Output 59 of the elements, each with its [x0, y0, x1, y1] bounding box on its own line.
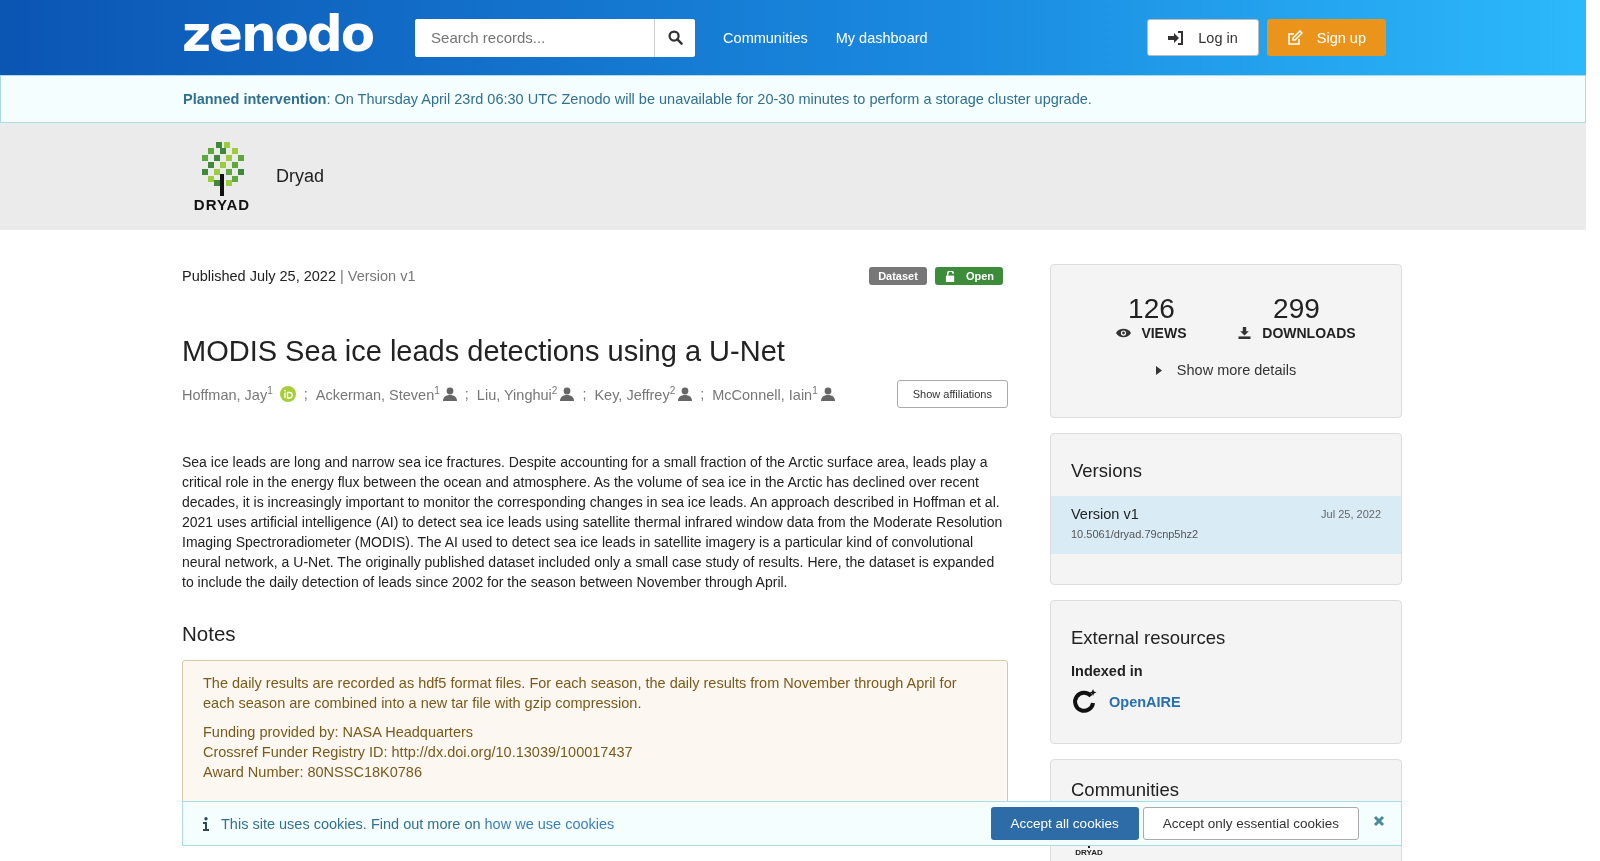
- stat-label: VIEWS: [1141, 325, 1187, 341]
- author-name[interactable]: Key, Jeffrey$^{2}$: [594, 385, 676, 403]
- version-label: Version v1: [1071, 506, 1139, 522]
- author-name[interactable]: McConnell, Iain$^{1}$: [712, 385, 818, 403]
- logo-wordmark: DRYAD: [193, 196, 251, 213]
- close-icon[interactable]: [1373, 814, 1385, 827]
- record-title: MODIS Sea ice leads detections using a U-Net: [182, 335, 786, 368]
- separator: ;: [582, 386, 587, 402]
- person-icon: [442, 387, 457, 401]
- author-name[interactable]: Hoffman, Jay$^{1}$: [182, 385, 273, 403]
- person-icon: [820, 387, 835, 401]
- version-doi: 10.5061/dryad.79cnp5hz2: [1071, 528, 1200, 540]
- person-icon: [560, 387, 575, 401]
- show-more-details-toggle[interactable]: Show more details: [1149, 361, 1303, 379]
- publication-date: Published July 25, 2022 | Version v1: [182, 268, 416, 284]
- login-button[interactable]: Log in: [1147, 19, 1259, 56]
- community-name[interactable]: Dryad: [276, 166, 324, 187]
- person-icon: [678, 387, 693, 401]
- stat-value: 299: [1273, 295, 1320, 323]
- info-icon: [203, 816, 209, 831]
- search-field[interactable]: Search records...: [415, 18, 696, 57]
- section-heading: Notes: [182, 622, 237, 646]
- eye-icon: [1116, 327, 1132, 339]
- caret-icon: [1155, 365, 1162, 375]
- author-name[interactable]: Liu, Yinghui$^{2}$: [476, 385, 558, 403]
- cookie-notice: This site uses cookies. Find out more on how we use cookies: [221, 815, 615, 832]
- version-item[interactable]: Version v1 Jul 25, 2022 10.5061/dryad.79cnp5hz2: [1051, 496, 1401, 554]
- cookie-policy-link[interactable]: how we use cookies: [484, 815, 615, 832]
- nav-link[interactable]: My dashboard: [835, 29, 928, 46]
- logo-wordmark: DRYAD: [1075, 848, 1103, 858]
- login-icon: [1168, 30, 1185, 45]
- search-button[interactable]: [654, 18, 696, 57]
- search-icon: [667, 30, 683, 45]
- download-icon: [1237, 327, 1253, 339]
- accept-essential-cookies-button[interactable]: Accept only essential cookies: [1142, 807, 1359, 840]
- show-affiliations-button[interactable]: Show affiliations: [896, 380, 1008, 408]
- edit-icon: [1286, 29, 1303, 46]
- card-heading: Versions: [1071, 460, 1143, 482]
- stat-value: 126: [1128, 295, 1175, 323]
- version-date: Jul 25, 2022: [1321, 508, 1381, 520]
- author-name[interactable]: Ackerman, Steven$^{1}$: [315, 385, 440, 403]
- separator: ;: [464, 386, 469, 402]
- card-subheading: Indexed in: [1071, 663, 1144, 679]
- separator: ;: [700, 386, 705, 402]
- abstract-text: Sea ice leads are long and narrow sea ice fractures. Despite accounting for a small fraction of the Arctic surface area, leads play a critical role in the energy flux between the ocean and atmosphere. As the volume of sea ice in the Arctic has declined over recent decades, it is increasingly important to monitor the corresponding changes in sea ice leads. An approach described in Hoffman et al. 2021 uses artificial intelligence (AI) to detect sea ice leads using satellite thermal infrared window data from the Moderate Resolution Imaging Spectroradiometer (MODIS). The AI used to detect sea ice leads in satellite imagery is a particular kind of convolutional neural network, a U-Net. The originally published dataset included only a small case study of results. Here, the dataset is expanded to include the daily detection of leads since 2002 for the season between November through April.: [182, 453, 1004, 592]
- nav-link[interactable]: Communities: [723, 29, 808, 46]
- maintenance-notice: Planned intervention: On Thursday April 23rd 06:30 UTC Zenodo will be unavailable for 20-30 minutes to perform a storage cluster upgrade.: [183, 91, 1093, 107]
- resource-type-badge: Dataset: [869, 267, 927, 285]
- accept-all-cookies-button[interactable]: Accept all cookies: [990, 807, 1139, 840]
- openaire-link[interactable]: OpenAIRE: [1109, 694, 1181, 710]
- stat-label: DOWNLOADS: [1262, 325, 1356, 341]
- note-text: Funding provided by: NASA Headquarters Crossref Funder Registry ID: http://dx.doi.org/10.13039/100017437 Award Number: 80NSSC18K0786: [203, 723, 634, 782]
- card-heading: Communities: [1071, 780, 1180, 801]
- separator: ;: [303, 386, 308, 402]
- note-text: The daily results are recorded as hdf5 format files. For each season, the daily results from November through April for each season are combined into a new tar file with gzip compression.: [203, 674, 958, 713]
- ring-logo-icon: [1071, 689, 1097, 715]
- access-badge: Open: [934, 267, 1003, 285]
- site-logo[interactable]: zenodo: [182, 8, 374, 59]
- card-heading: External resources: [1071, 627, 1227, 649]
